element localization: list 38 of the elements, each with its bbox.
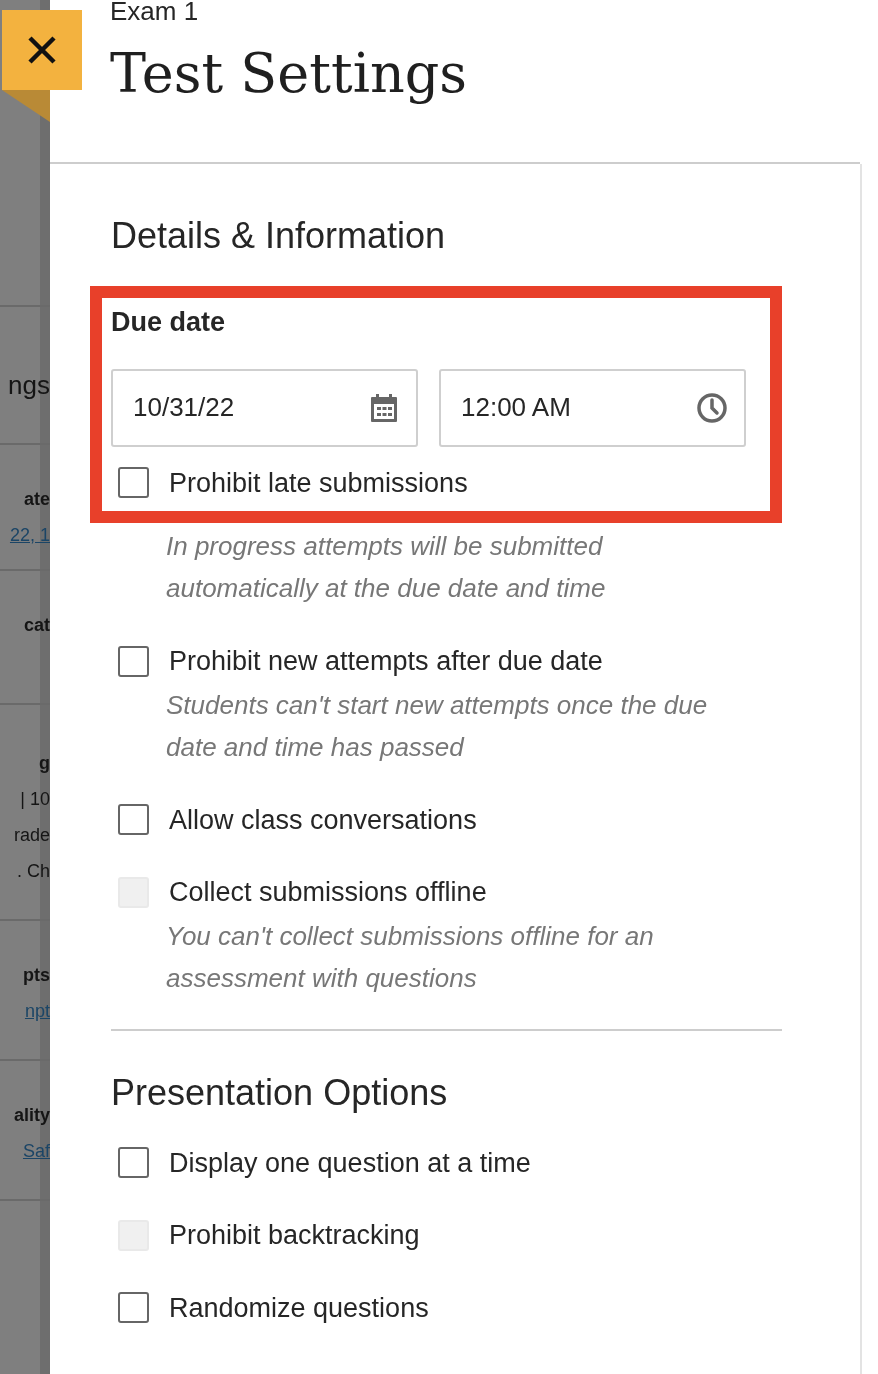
field-label: g bbox=[39, 752, 50, 775]
field-label: ality bbox=[13, 1104, 50, 1127]
text: . Ch bbox=[17, 860, 50, 883]
text: rade bbox=[13, 824, 50, 847]
helper-text: In progress attempts will be submitted automatically at the due date and time bbox=[165, 530, 607, 605]
clock-icon bbox=[696, 391, 728, 424]
checkbox-label: Display one question at a time bbox=[169, 1146, 531, 1180]
checkbox[interactable] bbox=[118, 1292, 149, 1324]
field-label: ate bbox=[24, 488, 50, 511]
section-heading: Details & Information bbox=[111, 214, 447, 258]
checkbox-label: Prohibit new attempts after due date bbox=[169, 645, 603, 678]
helper-text: You can't collect submissions offline for an assessment with questions bbox=[165, 919, 655, 995]
link[interactable]: npt bbox=[24, 993, 50, 1029]
ribbon-fold-icon bbox=[2, 90, 50, 122]
eyebrow-text: Exam 1 bbox=[110, 0, 199, 24]
time-field[interactable]: 12:00 AM bbox=[439, 368, 746, 447]
checkbox[interactable] bbox=[118, 1147, 149, 1179]
checkbox-label: Collect submissions offline bbox=[169, 876, 487, 909]
checkbox[interactable] bbox=[118, 804, 149, 836]
panel-title: Test Settings bbox=[110, 41, 469, 107]
checkbox-label: Randomize questions bbox=[169, 1291, 429, 1325]
checkbox[interactable] bbox=[118, 645, 149, 677]
link[interactable]: 22, 1 bbox=[9, 517, 50, 553]
text: | 10 bbox=[20, 788, 50, 811]
field-label: pts bbox=[23, 964, 50, 987]
field-label: cat bbox=[24, 614, 50, 637]
checkbox[interactable] bbox=[118, 467, 149, 499]
calendar-icon bbox=[368, 391, 400, 424]
helper-text: Students can't start new attempts once the due date and time has passed bbox=[165, 688, 709, 764]
close-button[interactable] bbox=[2, 10, 82, 90]
section-heading: Presentation Options bbox=[111, 1070, 449, 1115]
checkbox-label: Allow class conversations bbox=[169, 803, 477, 837]
checkbox-label: Prohibit backtracking bbox=[169, 1219, 420, 1252]
page-heading: ngs bbox=[8, 369, 50, 402]
checkbox-label: Prohibit late submissions bbox=[169, 466, 468, 500]
date-field[interactable]: 10/31/22 bbox=[111, 368, 418, 447]
field-label: Due date bbox=[111, 306, 226, 339]
link[interactable]: Saf bbox=[22, 1133, 50, 1169]
